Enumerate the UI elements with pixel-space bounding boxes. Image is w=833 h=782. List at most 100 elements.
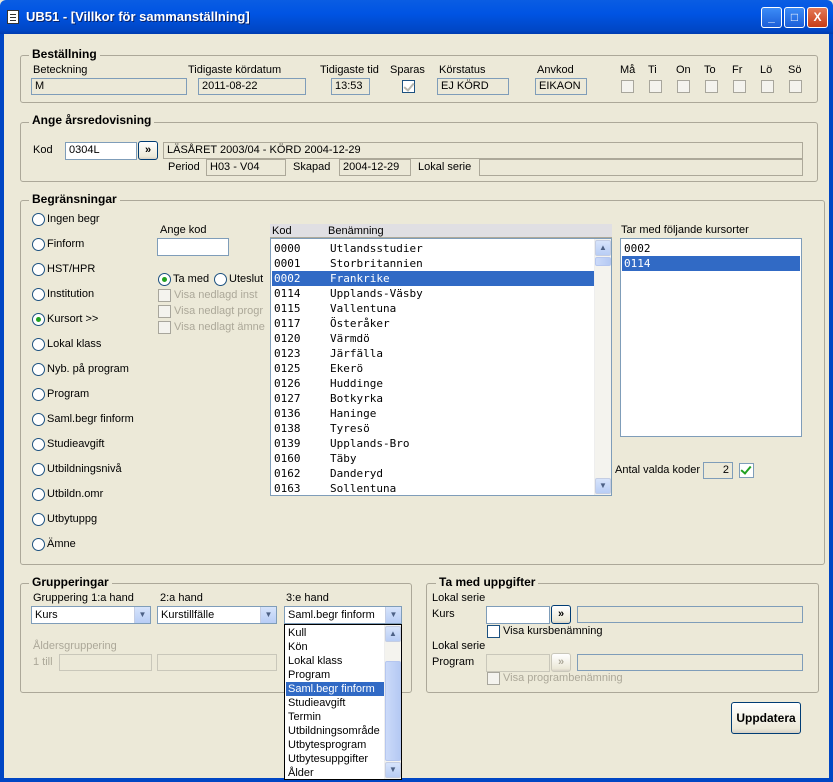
hand3-combo[interactable]: Saml.begr finform ▼ (284, 606, 402, 624)
option-radio-12[interactable] (32, 513, 45, 526)
code-row[interactable]: 0000 Utlandsstudier (272, 241, 594, 256)
chevron-down-icon[interactable]: ▼ (260, 607, 276, 623)
code-row[interactable]: 0115 Vallentuna (272, 301, 594, 316)
option-radio-11[interactable] (32, 488, 45, 501)
scroll-thumb[interactable] (595, 257, 611, 266)
option-radio-10[interactable] (32, 463, 45, 476)
day-label-6: Sö (788, 64, 802, 76)
option-radio-5[interactable] (32, 338, 45, 351)
day-checkbox-1[interactable] (649, 80, 662, 93)
option-radio-1[interactable] (32, 238, 45, 251)
minimize-button[interactable]: _ (761, 7, 782, 28)
beteckning-label: Beteckning (33, 64, 88, 76)
scroll-thumb[interactable] (385, 661, 401, 761)
code-row[interactable]: 0127 Botkyrka (272, 391, 594, 406)
uppdatera-button[interactable]: Uppdatera (731, 702, 801, 734)
kod-input[interactable]: 0304L (65, 142, 137, 160)
visa-kursbenamning-checkbox[interactable] (487, 625, 500, 638)
alder-from-field[interactable] (59, 654, 152, 671)
visa-nedlagt-progr-checkbox[interactable] (158, 305, 171, 318)
code-row[interactable]: 0139 Upplands-Bro (272, 436, 594, 451)
code-namn: Botkyrka (330, 392, 383, 405)
code-row[interactable]: 0136 Haninge (272, 406, 594, 421)
confirm-check-icon[interactable] (739, 463, 754, 478)
tar-med-item[interactable]: 0114 (622, 256, 800, 271)
option-radio-4[interactable] (32, 313, 45, 326)
tidigaste-kordatum-field[interactable]: 2011-08-22 (198, 78, 306, 95)
dropdown-item[interactable]: Saml.begr finform (286, 682, 386, 696)
beteckning-field[interactable]: M (31, 78, 187, 95)
option-radio-0[interactable] (32, 213, 45, 226)
code-row[interactable]: 0160 Täby (272, 451, 594, 466)
code-row[interactable]: 0001 Storbritannien (272, 256, 594, 271)
kurs-input[interactable] (486, 606, 550, 624)
dropdown-item[interactable]: Kön (286, 640, 386, 654)
visa-nedlagt-amne-checkbox[interactable] (158, 321, 171, 334)
close-button[interactable]: X (807, 7, 828, 28)
option-radio-9[interactable] (32, 438, 45, 451)
option-radio-3[interactable] (32, 288, 45, 301)
scroll-down-icon[interactable]: ▼ (595, 478, 611, 494)
tidigaste-tid-field[interactable]: 13:53 (331, 78, 370, 95)
program-lookup-button[interactable]: » (551, 653, 571, 672)
scroll-up-icon[interactable]: ▲ (385, 626, 401, 642)
option-radio-7[interactable] (32, 388, 45, 401)
kurs-lookup-button[interactable]: » (551, 605, 571, 624)
codes-scrollbar[interactable]: ▲ ▼ (594, 239, 611, 495)
col-kod-header[interactable]: Kod (272, 225, 292, 237)
codes-list[interactable]: 0000 Utlandsstudier 0001 Storbritannien 0002… (270, 238, 612, 496)
code-row[interactable]: 0123 Järfälla (272, 346, 594, 361)
ange-kod-input[interactable] (157, 238, 229, 256)
day-checkbox-6[interactable] (789, 80, 802, 93)
code-row[interactable]: 0163 Sollentuna (272, 481, 594, 495)
dropdown-item[interactable]: Utbildningsområde (286, 724, 386, 738)
col-benamning-header[interactable]: Benämning (328, 225, 384, 237)
scroll-up-icon[interactable]: ▲ (595, 240, 611, 256)
chevron-down-icon[interactable]: ▼ (134, 607, 150, 623)
code-row[interactable]: 0126 Huddinge (272, 376, 594, 391)
dropdown-item[interactable]: Program (286, 668, 386, 682)
kod-lookup-button[interactable]: » (138, 141, 158, 160)
program-input[interactable] (486, 654, 550, 672)
code-row[interactable]: 0117 Österåker (272, 316, 594, 331)
dropdown-item[interactable]: Lokal klass (286, 654, 386, 668)
chevron-down-icon[interactable]: ▼ (385, 607, 401, 623)
hand3-dropdown[interactable]: Kull Kön Lokal klass Program Saml.begr finfo… (284, 624, 402, 780)
day-checkbox-5[interactable] (761, 80, 774, 93)
dropdown-item[interactable]: Utbytesuppgifter (286, 752, 386, 766)
dropdown-item[interactable]: Ålder (286, 766, 386, 779)
option-radio-13[interactable] (32, 538, 45, 551)
code-namn: Järfälla (330, 347, 383, 360)
dropdown-item[interactable]: Utbytesprogram (286, 738, 386, 752)
uteslut-radio[interactable] (214, 273, 227, 286)
day-checkbox-3[interactable] (705, 80, 718, 93)
dropdown-scrollbar[interactable]: ▲ ▼ (384, 625, 401, 779)
code-row[interactable]: 0114 Upplands-Väsby (272, 286, 594, 301)
ta-med-radio[interactable] (158, 273, 171, 286)
alder-to-field[interactable] (157, 654, 277, 671)
app-icon (7, 10, 19, 24)
sparas-checkbox[interactable] (402, 80, 415, 93)
day-checkbox-2[interactable] (677, 80, 690, 93)
code-row[interactable]: 0002 Frankrike (272, 271, 594, 286)
code-row[interactable]: 0120 Värmdö (272, 331, 594, 346)
dropdown-item[interactable]: Kull (286, 626, 386, 640)
day-checkbox-4[interactable] (733, 80, 746, 93)
dropdown-item[interactable]: Studieavgift (286, 696, 386, 710)
code-row[interactable]: 0162 Danderyd (272, 466, 594, 481)
visa-nedlagd-inst-checkbox[interactable] (158, 289, 171, 302)
maximize-button[interactable]: □ (784, 7, 805, 28)
code-row[interactable]: 0125 Ekerö (272, 361, 594, 376)
option-radio-8[interactable] (32, 413, 45, 426)
day-checkbox-0[interactable] (621, 80, 634, 93)
option-radio-2[interactable] (32, 263, 45, 276)
dropdown-item[interactable]: Termin (286, 710, 386, 724)
option-radio-6[interactable] (32, 363, 45, 376)
hand1-combo[interactable]: Kurs ▼ (31, 606, 151, 624)
tar-med-item[interactable]: 0002 (622, 241, 800, 256)
code-row[interactable]: 0138 Tyresö (272, 421, 594, 436)
visa-programbenamning-checkbox[interactable] (487, 672, 500, 685)
tar-med-list[interactable]: 0002 0114 (620, 238, 802, 437)
hand2-combo[interactable]: Kurstillfälle ▼ (157, 606, 277, 624)
scroll-down-icon[interactable]: ▼ (385, 762, 401, 778)
